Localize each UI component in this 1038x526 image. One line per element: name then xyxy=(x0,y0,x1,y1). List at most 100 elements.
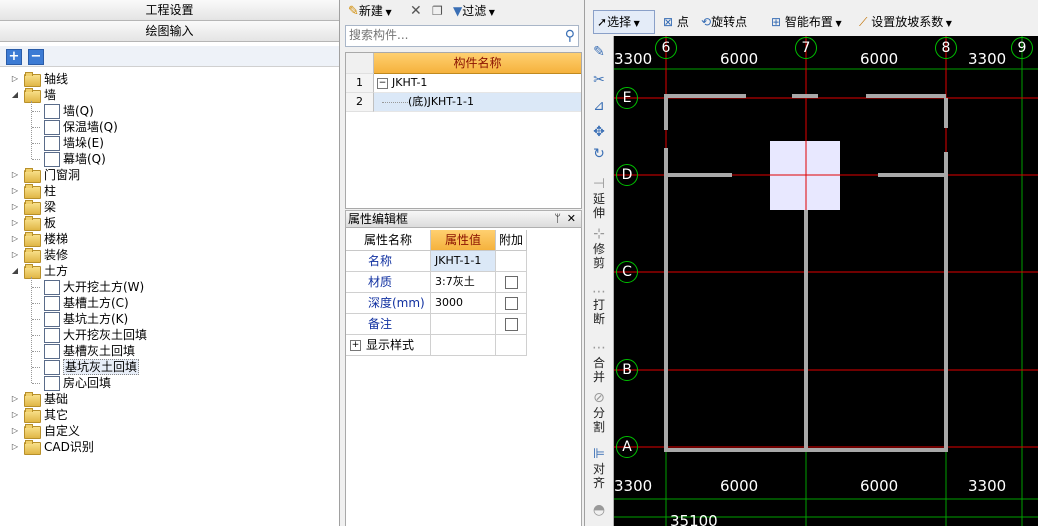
tree-label: 大开挖灰土回填 xyxy=(63,328,148,342)
copy-icon[interactable]: ❐ xyxy=(432,2,443,20)
trim-button[interactable]: 修剪 xyxy=(590,242,608,270)
split-button[interactable]: 分割 xyxy=(590,406,608,434)
set-slope-button[interactable]: ⟋ 设置放坡系数 ▼ xyxy=(859,13,952,31)
tree-connector xyxy=(32,335,40,336)
rotate-icon[interactable]: ↻ xyxy=(591,146,607,162)
tree-folder[interactable]: ▷ 其它 xyxy=(0,407,339,423)
dim-top-4: 3300 xyxy=(968,50,1007,68)
collapsed-arrow-icon[interactable]: ▷ xyxy=(11,183,19,199)
tree-folder[interactable]: ▷ 轴线 xyxy=(0,71,339,87)
select-button[interactable]: ➚选择 ▼ xyxy=(597,13,640,31)
collapsed-arrow-icon[interactable]: ▷ xyxy=(11,423,19,439)
row-number: 1 xyxy=(346,74,374,93)
extra-checkbox[interactable] xyxy=(505,318,518,331)
tree-leaf[interactable]: 大开挖灰土回填 xyxy=(0,327,339,343)
tree-leaf[interactable]: 房心回填 xyxy=(0,375,339,391)
pen-icon[interactable]: ✎ xyxy=(591,44,607,60)
folder-icon xyxy=(24,216,41,231)
column-header-prop-value: 属性值 xyxy=(431,230,496,251)
search-input[interactable] xyxy=(346,26,558,44)
component-icon xyxy=(44,312,60,327)
collapsed-arrow-icon[interactable]: ▷ xyxy=(11,215,19,231)
collapsed-arrow-icon[interactable]: ▷ xyxy=(11,391,19,407)
row-number: 2 xyxy=(346,93,374,112)
tree-leaf[interactable]: 基坑灰土回填 xyxy=(0,359,339,375)
expand-icon[interactable]: + xyxy=(350,340,361,351)
tree-folder[interactable]: ▷ 板 xyxy=(0,215,339,231)
collapsed-arrow-icon[interactable]: ▷ xyxy=(11,71,19,87)
component-icon xyxy=(44,296,60,311)
tree-leaf[interactable]: 大开挖土方(W) xyxy=(0,279,339,295)
break-button[interactable]: 打断 xyxy=(590,298,608,326)
pin-icon[interactable]: ᛘ xyxy=(554,211,561,227)
close-icon[interactable]: ✕ xyxy=(567,211,576,227)
smart-layout-button[interactable]: ⊞ 智能布置 ▼ xyxy=(771,13,842,31)
property-name: 深度(mm) xyxy=(346,293,431,314)
tree-folder[interactable]: ▷ 装修 xyxy=(0,247,339,263)
tree-folder[interactable]: ▷ 柱 xyxy=(0,183,339,199)
expanded-arrow-icon[interactable]: ◢ xyxy=(11,263,19,279)
delete-icon[interactable]: ✕ xyxy=(410,2,422,20)
property-value[interactable]: 3000 xyxy=(431,293,496,314)
collapse-icon[interactable]: − xyxy=(377,77,388,89)
mirror-icon[interactable]: ⊿ xyxy=(591,98,607,114)
tree-folder[interactable]: ▷ CAD识别 xyxy=(0,439,339,455)
collapse-all-icon[interactable]: − xyxy=(28,49,44,65)
drawing-input-tab[interactable]: 绘图输入 xyxy=(0,21,339,42)
chevron-down-icon: ▼ xyxy=(943,19,952,28)
tree-label: 基槽土方(C) xyxy=(63,296,129,310)
dim-top-1: 3300 xyxy=(614,50,653,68)
extend-button[interactable]: 延伸 xyxy=(590,192,608,220)
expand-all-icon[interactable]: + xyxy=(6,49,22,65)
tree-folder[interactable]: ▷ 基础 xyxy=(0,391,339,407)
tree-leaf[interactable]: 基坑土方(K) xyxy=(0,311,339,327)
collapsed-arrow-icon[interactable]: ▷ xyxy=(11,231,19,247)
tree-folder[interactable]: ▷ 楼梯 xyxy=(0,231,339,247)
axis-label-B: B xyxy=(616,359,638,381)
slope-icon: ⟋ xyxy=(859,15,868,29)
tree-leaf[interactable]: 墙垛(E) xyxy=(0,135,339,151)
expanded-arrow-icon[interactable]: ◢ xyxy=(11,87,19,103)
tree-label: 房心回填 xyxy=(63,376,112,390)
tree-leaf[interactable]: 基槽灰土回填 xyxy=(0,343,339,359)
tree-leaf[interactable]: 幕墙(Q) xyxy=(0,151,339,167)
tree-folder[interactable]: ▷ 梁 xyxy=(0,199,339,215)
table-row-selected[interactable]: (底)JKHT-1-1 xyxy=(374,93,581,112)
drawing-canvas[interactable]: 6 7 8 9 E D C B A 3300 6000 6000 3300 33… xyxy=(614,36,1038,526)
extra-checkbox[interactable] xyxy=(505,297,518,310)
property-value[interactable] xyxy=(431,335,496,356)
collapsed-arrow-icon[interactable]: ▷ xyxy=(11,247,19,263)
tree-folder[interactable]: ◢ 墙 xyxy=(0,87,339,103)
scissors-icon[interactable]: ✂ xyxy=(591,72,607,88)
collapsed-arrow-icon[interactable]: ▷ xyxy=(11,167,19,183)
tree-leaf[interactable]: 保温墙(Q) xyxy=(0,119,339,135)
tree-leaf[interactable]: 墙(Q) xyxy=(0,103,339,119)
property-value[interactable] xyxy=(431,314,496,335)
merge-button[interactable]: 合并 xyxy=(590,356,608,384)
collapsed-arrow-icon[interactable]: ▷ xyxy=(11,439,19,455)
tree-folder[interactable]: ◢ 土方 xyxy=(0,263,339,279)
tree-connector xyxy=(32,303,40,304)
tree-folder[interactable]: ▷ 门窗洞 xyxy=(0,167,339,183)
tree-label: 装修 xyxy=(44,248,69,262)
extra-checkbox[interactable] xyxy=(505,276,518,289)
search-icon[interactable]: ⚲ xyxy=(565,26,575,46)
folder-icon xyxy=(24,408,41,423)
table-row[interactable]: − JKHT-1 xyxy=(374,74,581,93)
project-settings-tab[interactable]: 工程设置 xyxy=(0,0,339,21)
property-value[interactable]: 3:7灰土 xyxy=(431,272,496,293)
collapsed-arrow-icon[interactable]: ▷ xyxy=(11,199,19,215)
new-button[interactable]: ✎新建 ▼ xyxy=(348,2,392,20)
wall-segment xyxy=(668,173,732,177)
property-value[interactable]: JKHT-1-1 xyxy=(431,251,496,272)
tree-leaf[interactable]: 基槽土方(C) xyxy=(0,295,339,311)
axis-label-C: C xyxy=(616,261,638,283)
rotate-point-button[interactable]: ⟲旋转点 xyxy=(701,13,747,31)
collapsed-arrow-icon[interactable]: ▷ xyxy=(11,407,19,423)
more-icon[interactable]: ◓ xyxy=(591,502,607,518)
move-icon[interactable]: ✥ xyxy=(591,124,607,140)
tree-folder[interactable]: ▷ 自定义 xyxy=(0,423,339,439)
align-button[interactable]: 对齐 xyxy=(590,462,608,490)
filter-button[interactable]: ▼过滤 ▼ xyxy=(453,2,495,20)
point-button[interactable]: ⊠ 点 xyxy=(663,13,689,31)
